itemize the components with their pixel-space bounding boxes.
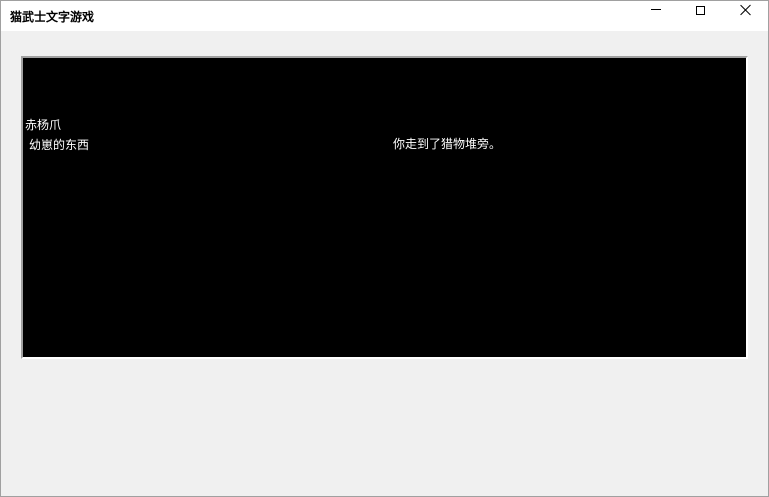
- title-bar[interactable]: 猫武士文字游戏: [1, 1, 768, 31]
- location-label: 赤杨爪: [25, 118, 62, 132]
- close-icon: [740, 4, 752, 16]
- maximize-button[interactable]: [678, 1, 723, 31]
- minimize-icon: [650, 8, 661, 10]
- item-label: 幼崽的东西: [29, 138, 90, 152]
- app-window: 猫武士文字游戏 赤杨爪 幼崽的东西 你走到了猎物堆旁。: [0, 0, 769, 497]
- close-button[interactable]: [723, 1, 768, 31]
- game-text-panel[interactable]: 赤杨爪 幼崽的东西 你走到了猎物堆旁。: [21, 56, 748, 359]
- maximize-icon: [696, 5, 705, 15]
- game-message: 你走到了猎物堆旁。: [393, 137, 502, 151]
- minimize-button[interactable]: [633, 1, 678, 31]
- window-title: 猫武士文字游戏: [10, 10, 95, 24]
